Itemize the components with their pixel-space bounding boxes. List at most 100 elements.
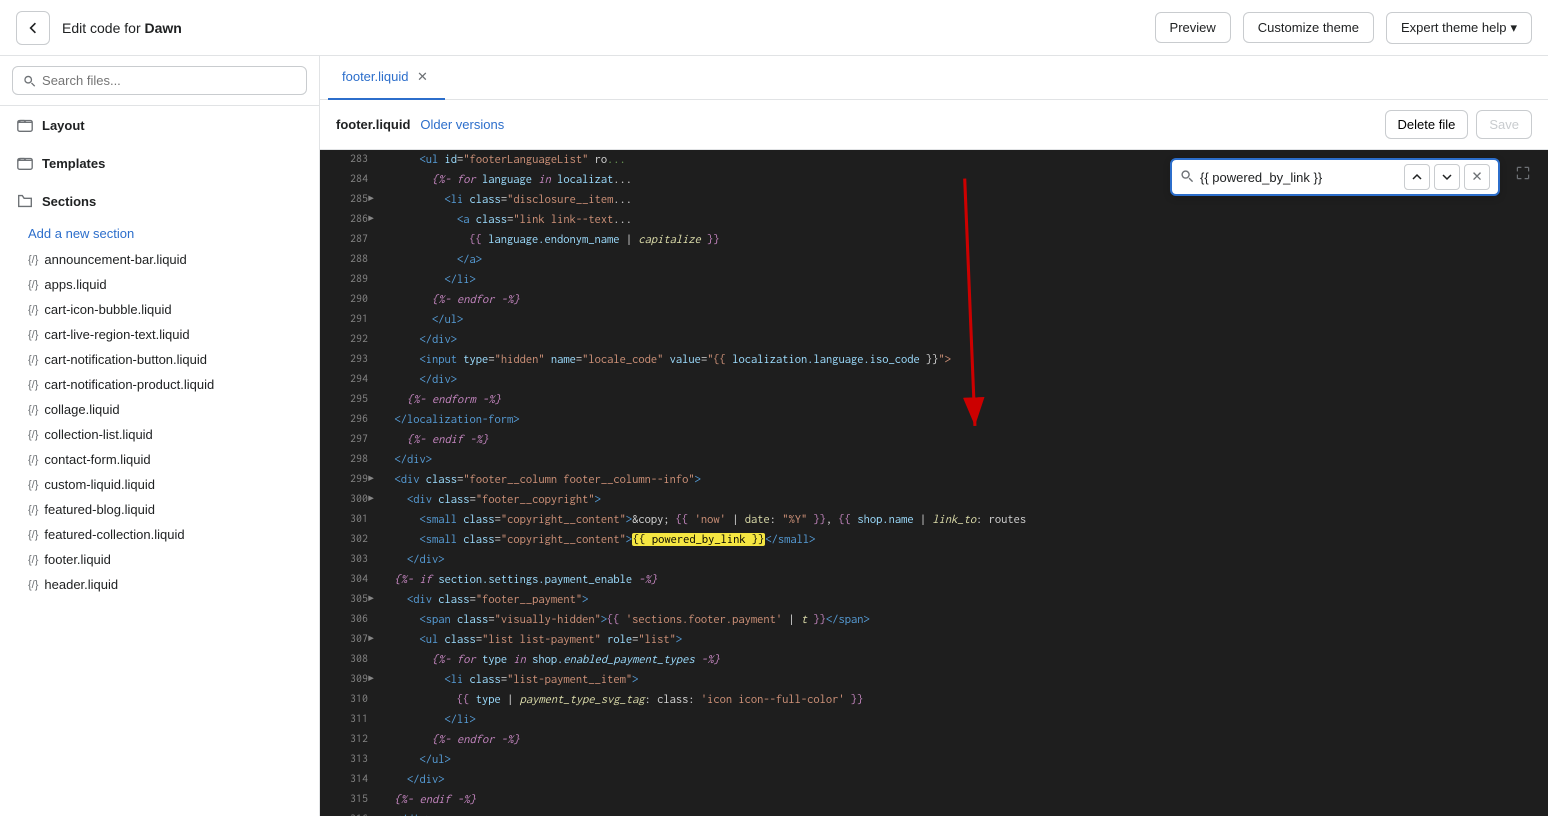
line-number: 304 xyxy=(320,570,368,590)
editor-area: footer.liquid ✕ footer.liquid Older vers… xyxy=(320,56,1548,816)
table-row: 303 </div> xyxy=(320,550,1548,570)
topbar: Edit code for Dawn Preview Customize the… xyxy=(0,0,1548,56)
sidebar-file-item[interactable]: {/} announcement-bar.liquid xyxy=(0,247,319,272)
line-number: 307 xyxy=(320,630,368,650)
folder-icon-2 xyxy=(16,154,34,172)
sidebar-file-item[interactable]: {/}contact-form.liquid xyxy=(0,447,319,472)
table-row: 294 </div> xyxy=(320,370,1548,390)
search-close-button[interactable]: ✕ xyxy=(1464,164,1490,190)
file-item-label: contact-form.liquid xyxy=(44,452,150,467)
sidebar-item-templates[interactable]: Templates xyxy=(0,144,319,182)
line-code: </div> xyxy=(382,550,1548,570)
file-item-label: cart-notification-product.liquid xyxy=(44,377,214,392)
code-wrapper[interactable]: ✕ 283 <ul id="footerLanguageList" ro... … xyxy=(320,150,1548,816)
page-title: Edit code for Dawn xyxy=(62,20,1143,36)
line-code: </ul> xyxy=(382,750,1548,770)
file-code-icon: {/} xyxy=(28,304,38,316)
line-number: 308 xyxy=(320,650,368,670)
tab-footer-liquid[interactable]: footer.liquid ✕ xyxy=(328,56,445,100)
sidebar-item-sections[interactable]: Sections xyxy=(0,182,319,220)
sidebar-file-item[interactable]: {/}featured-blog.liquid xyxy=(0,497,319,522)
back-button[interactable] xyxy=(16,11,50,45)
line-number: 295 xyxy=(320,390,368,410)
sidebar-file-item[interactable]: {/}cart-notification-product.liquid xyxy=(0,372,319,397)
line-number: 313 xyxy=(320,750,368,770)
table-row: 304 {%- if section.settings.payment_enab… xyxy=(320,570,1548,590)
line-number: 305 xyxy=(320,590,368,610)
sidebar: Layout Templates Sections Add a new sect… xyxy=(0,56,320,816)
line-arrow-indicator: ▶ xyxy=(368,670,382,690)
line-arrow-indicator: ▶ xyxy=(368,210,382,230)
customize-theme-button[interactable]: Customize theme xyxy=(1243,12,1374,43)
line-number: 284 xyxy=(320,170,368,190)
line-code: <div class="footer__column footer__colum… xyxy=(382,470,1548,490)
save-button[interactable]: Save xyxy=(1476,110,1532,139)
search-find-input[interactable] xyxy=(1200,170,1400,185)
delete-file-button[interactable]: Delete file xyxy=(1385,110,1469,139)
sidebar-file-item[interactable]: {/}custom-liquid.liquid xyxy=(0,472,319,497)
file-code-icon: {/} xyxy=(28,579,38,591)
line-code: {{ language.endonym_name | capitalize }} xyxy=(382,230,1548,250)
line-arrow-indicator xyxy=(368,230,382,250)
line-code: </div> xyxy=(382,450,1548,470)
line-arrow-indicator xyxy=(368,790,382,810)
line-number: 283 xyxy=(320,150,368,170)
preview-button[interactable]: Preview xyxy=(1155,12,1231,43)
add-section-link[interactable]: Add a new section xyxy=(0,220,319,247)
sidebar-scroll[interactable]: Layout Templates Sections Add a new sect… xyxy=(0,106,319,816)
search-input[interactable] xyxy=(42,73,296,88)
table-row: 310 {{ type | payment_type_svg_tag: clas… xyxy=(320,690,1548,710)
table-row: 309 ▶ <li class="list-payment__item"> xyxy=(320,670,1548,690)
sidebar-file-item[interactable]: {/}featured-collection.liquid xyxy=(0,522,319,547)
folder-icon xyxy=(16,116,34,134)
line-number: 286 xyxy=(320,210,368,230)
line-arrow-indicator xyxy=(368,730,382,750)
file-item-label: announcement-bar.liquid xyxy=(44,252,186,267)
line-arrow-indicator xyxy=(368,510,382,530)
line-arrow-indicator xyxy=(368,550,382,570)
line-number: 293 xyxy=(320,350,368,370)
line-arrow-indicator xyxy=(368,170,382,190)
sidebar-file-item[interactable]: {/}footer.liquid xyxy=(0,547,319,572)
expert-help-button[interactable]: Expert theme help ▾ xyxy=(1386,12,1532,44)
line-code: {%- endif -%} xyxy=(382,790,1548,810)
older-versions-link[interactable]: Older versions xyxy=(420,117,504,132)
line-code: {%- endform -%} xyxy=(382,390,1548,410)
fullscreen-button[interactable] xyxy=(1508,158,1538,188)
table-row: 314 </div> xyxy=(320,770,1548,790)
line-code: <input type="hidden" name="locale_code" … xyxy=(382,350,1548,370)
sidebar-file-item[interactable]: {/} cart-icon-bubble.liquid xyxy=(0,297,319,322)
line-number: 309 xyxy=(320,670,368,690)
code-table: 283 <ul id="footerLanguageList" ro... 28… xyxy=(320,150,1548,816)
sidebar-file-item[interactable]: {/}header.liquid xyxy=(0,572,319,597)
search-input-wrap[interactable] xyxy=(12,66,307,95)
line-number: 302 xyxy=(320,530,368,550)
line-number: 296 xyxy=(320,410,368,430)
search-prev-button[interactable] xyxy=(1404,164,1430,190)
line-number: 314 xyxy=(320,770,368,790)
sidebar-file-item[interactable]: {/}collage.liquid xyxy=(0,397,319,422)
table-row: 313 </ul> xyxy=(320,750,1548,770)
file-item-label: cart-icon-bubble.liquid xyxy=(44,302,171,317)
code-editor[interactable]: 283 <ul id="footerLanguageList" ro... 28… xyxy=(320,150,1548,816)
search-next-button[interactable] xyxy=(1434,164,1460,190)
sidebar-item-layout[interactable]: Layout xyxy=(0,106,319,144)
line-arrow-indicator xyxy=(368,810,382,816)
file-code-icon: {/} xyxy=(28,554,38,566)
line-arrow-indicator: ▶ xyxy=(368,490,382,510)
line-code: </div> xyxy=(382,370,1548,390)
sidebar-file-item[interactable]: {/}cart-notification-button.liquid xyxy=(0,347,319,372)
line-number: 285 xyxy=(320,190,368,210)
line-arrow-indicator xyxy=(368,770,382,790)
sidebar-file-item[interactable]: {/}cart-live-region-text.liquid xyxy=(0,322,319,347)
sidebar-file-item[interactable]: {/}apps.liquid xyxy=(0,272,319,297)
line-number: 288 xyxy=(320,250,368,270)
line-code: </localization-form> xyxy=(382,410,1548,430)
line-code: </div> xyxy=(382,810,1548,816)
tab-close-button[interactable]: ✕ xyxy=(415,69,431,85)
line-arrow-indicator xyxy=(368,290,382,310)
file-code-icon: {/} xyxy=(28,254,38,266)
search-icon xyxy=(23,74,36,88)
sidebar-file-item[interactable]: {/}collection-list.liquid xyxy=(0,422,319,447)
file-code-icon: {/} xyxy=(28,429,38,441)
